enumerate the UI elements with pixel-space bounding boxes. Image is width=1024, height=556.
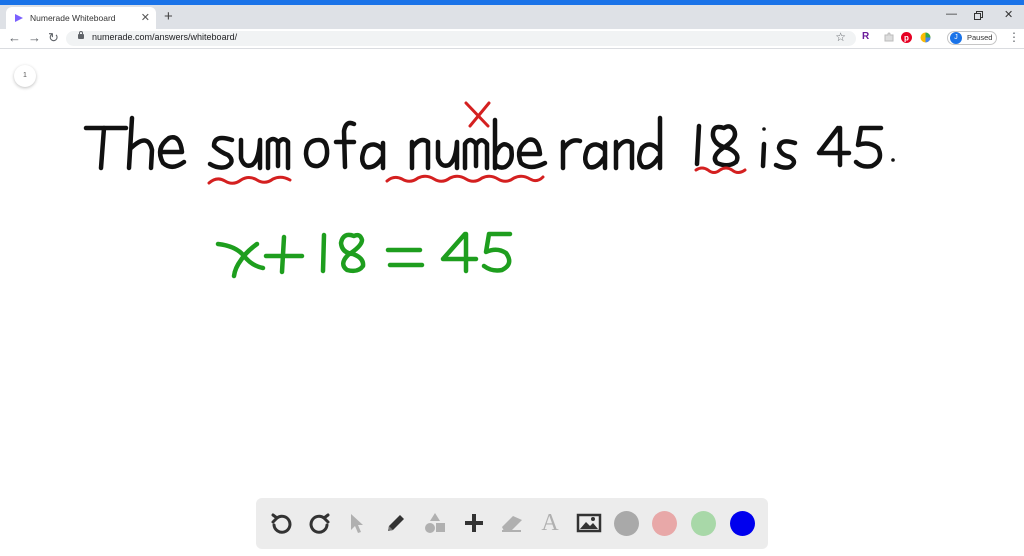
pinterest-icon[interactable]: p — [901, 32, 912, 43]
redo-icon[interactable] — [307, 510, 333, 536]
word-number — [409, 117, 548, 171]
color-swatch-pink[interactable] — [652, 511, 677, 536]
number-18 — [694, 123, 740, 168]
tab-close-icon[interactable]: ✕ — [141, 11, 150, 25]
color-swatch-light-green[interactable] — [691, 511, 716, 536]
image-icon[interactable] — [576, 510, 602, 536]
handwritten-sentence — [83, 115, 895, 171]
reload-icon[interactable]: ↻ — [48, 30, 59, 46]
eq-four — [440, 231, 479, 274]
text-icon[interactable]: A — [537, 510, 563, 536]
tab-title: Numerade Whiteboard — [30, 13, 116, 23]
eq-one — [320, 232, 327, 274]
eq-equals — [385, 247, 425, 268]
color-swatch-gray[interactable] — [614, 511, 639, 536]
word-the — [83, 115, 187, 171]
url-input[interactable]: numerade.com/answers/whiteboard/ ☆ — [66, 30, 856, 46]
red-x-mark — [464, 101, 491, 128]
lock-icon — [78, 31, 84, 39]
shapes-icon[interactable] — [422, 510, 448, 536]
extension-r-icon[interactable]: R — [862, 31, 869, 42]
underline-18 — [694, 166, 747, 174]
color-swatch-blue[interactable] — [730, 511, 755, 536]
extension-puzzle-icon[interactable] — [884, 32, 894, 42]
back-icon[interactable]: ← — [8, 30, 21, 46]
undo-icon[interactable] — [268, 510, 294, 536]
url-text: numerade.com/answers/whiteboard/ — [92, 32, 238, 42]
whiteboard-canvas[interactable] — [0, 49, 1024, 556]
numerade-logo-icon — [15, 14, 23, 22]
close-window-icon[interactable]: ✕ — [1004, 8, 1013, 21]
bookmark-star-icon[interactable]: ☆ — [835, 30, 846, 44]
pointer-icon[interactable] — [344, 510, 370, 536]
word-of — [303, 120, 357, 170]
handwritten-equation — [215, 231, 513, 279]
forward-icon[interactable]: → — [28, 30, 41, 46]
plus-icon[interactable] — [461, 510, 487, 536]
eq-plus — [263, 234, 305, 275]
tab-numerade-whiteboard[interactable]: Numerade Whiteboard ✕ — [6, 7, 156, 29]
avatar: J — [950, 32, 962, 44]
word-is — [760, 127, 798, 170]
svg-text:p: p — [904, 34, 909, 43]
new-tab-button[interactable]: + — [164, 9, 173, 25]
word-a — [360, 140, 386, 171]
profile-status: Paused — [967, 33, 993, 42]
more-menu-icon[interactable]: ⋮ — [1008, 30, 1020, 44]
underline-sum — [207, 175, 292, 185]
pen-icon[interactable] — [383, 510, 409, 536]
underline-number — [385, 174, 545, 183]
eq-x — [215, 241, 266, 279]
tab-bar: Numerade Whiteboard ✕ + — ✕ — [0, 5, 1024, 29]
word-and — [560, 115, 663, 171]
number-45 — [816, 125, 895, 169]
extension-color-icon[interactable] — [920, 32, 931, 43]
whiteboard-toolbar: A — [256, 498, 768, 549]
eraser-icon[interactable] — [499, 510, 525, 536]
eq-five — [481, 231, 513, 273]
word-sum — [207, 135, 291, 171]
restore-icon[interactable] — [974, 11, 983, 20]
minimize-icon[interactable]: — — [946, 8, 957, 20]
address-bar: ← → ↻ numerade.com/answers/whiteboard/ ☆… — [0, 29, 1024, 49]
eq-eight — [338, 232, 366, 274]
